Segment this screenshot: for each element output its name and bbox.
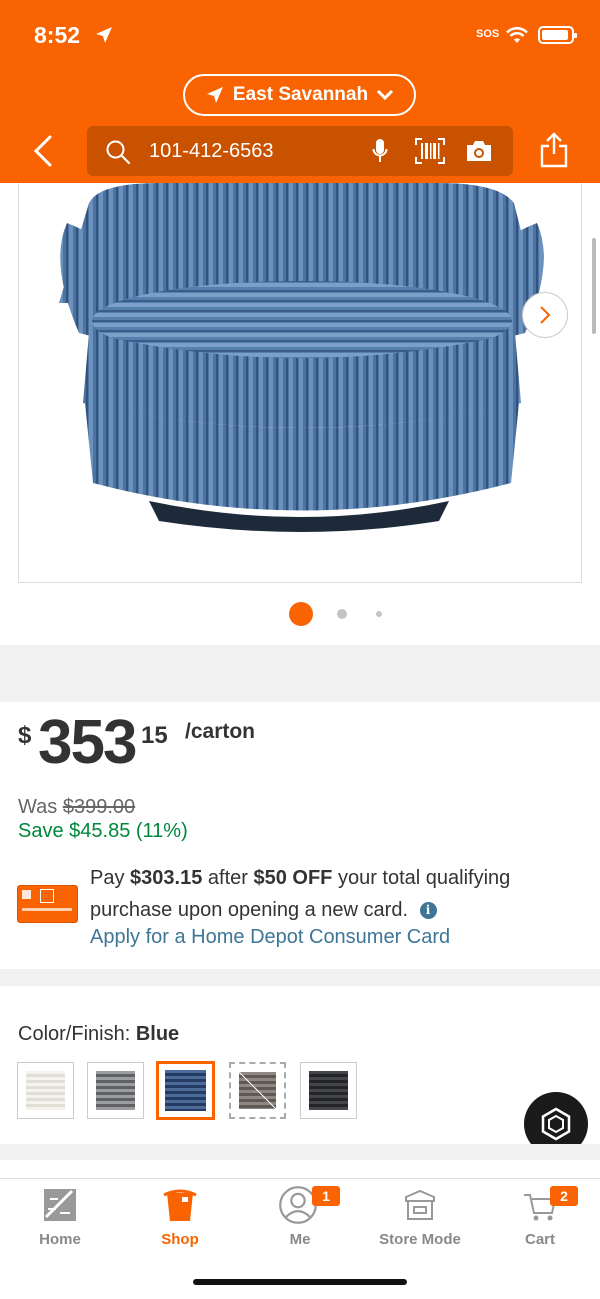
nav-store-mode[interactable]: Store Mode	[360, 1179, 480, 1259]
location-arrow-icon	[96, 27, 112, 43]
search-input[interactable]: 101-412-6563	[87, 126, 513, 176]
price-dollars: 353	[38, 708, 137, 777]
apply-card-link[interactable]: Apply for a Home Depot Consumer Card	[90, 926, 450, 949]
card-stripe	[22, 908, 72, 911]
offer-pay-amount: $303.15	[130, 867, 203, 889]
store-name: East Savannah	[232, 84, 369, 105]
store-selector[interactable]: East Savannah	[183, 74, 416, 116]
swatch-blue[interactable]	[156, 1061, 215, 1120]
section-divider	[0, 1144, 600, 1160]
color-finish-label: Color/Finish: Blue	[18, 1023, 179, 1046]
home-depot-logo-icon	[40, 889, 54, 903]
hexagon-chat-icon	[541, 1107, 571, 1141]
color-selected-value: Blue	[135, 1023, 180, 1045]
swatch-fill	[26, 1071, 65, 1110]
swatch-cream[interactable]	[17, 1062, 74, 1119]
product-image	[59, 183, 544, 532]
nav-label: Me	[289, 1231, 311, 1248]
credit-card-image	[17, 885, 78, 923]
swatch-fill	[96, 1071, 135, 1110]
swatch-gray[interactable]	[87, 1062, 144, 1119]
offer-pay-prefix: Pay	[90, 867, 125, 889]
offer-pay-after: after	[207, 867, 248, 889]
save-amount: Save $45.85 (11%)	[18, 820, 188, 842]
shopping-bucket-icon	[163, 1189, 197, 1221]
microphone-icon[interactable]	[372, 138, 388, 164]
wifi-icon	[506, 27, 528, 43]
chevron-right-icon	[540, 306, 551, 324]
cart-count-badge: 2	[550, 1186, 578, 1206]
nav-label: Home	[39, 1231, 81, 1248]
was-amount: $399.00	[62, 796, 136, 818]
was-price: Was $399.00	[18, 796, 135, 819]
section-divider	[0, 969, 600, 986]
price-cents: 15	[141, 722, 168, 749]
info-icon[interactable]: i	[419, 902, 437, 919]
nav-shop[interactable]: Shop	[120, 1179, 240, 1259]
battery-icon	[538, 26, 577, 44]
chevron-down-icon	[377, 89, 394, 101]
gallery-dot[interactable]	[337, 609, 347, 619]
price-unit: /carton	[185, 720, 256, 743]
gallery-dot[interactable]	[376, 611, 382, 617]
home-depot-logo-icon	[44, 1189, 76, 1221]
nav-label: Store Mode	[379, 1231, 461, 1248]
nav-cart[interactable]: 2 Cart	[480, 1179, 600, 1259]
card-offer-text: Pay $303.15 after $50 OFF your total qua…	[90, 862, 560, 926]
swatch-fill	[165, 1070, 206, 1111]
offer-off-amount: $50 OFF	[253, 867, 333, 889]
card-chip	[22, 890, 31, 899]
color-label-text: Color/Finish:	[18, 1023, 131, 1045]
was-label: Was	[18, 796, 58, 818]
camera-icon[interactable]	[465, 140, 493, 162]
swatch-fill	[309, 1071, 348, 1110]
barcode-scan-icon[interactable]	[415, 138, 445, 164]
swatch-taupe[interactable]	[229, 1062, 286, 1119]
status-sos: SOS	[476, 28, 500, 40]
gallery-scroll-indicator	[592, 238, 596, 334]
search-query: 101-412-6563	[149, 140, 274, 162]
location-arrow-icon	[206, 87, 223, 103]
swatch-black[interactable]	[300, 1062, 357, 1119]
search-icon	[106, 140, 131, 165]
price-currency: $	[18, 722, 32, 749]
status-time: 8:52	[34, 22, 81, 48]
nav-label: Cart	[524, 1231, 555, 1248]
product-image-card[interactable]	[18, 183, 582, 583]
home-indicator[interactable]	[193, 1279, 407, 1285]
back-button[interactable]	[30, 134, 58, 168]
gallery-next-button[interactable]	[522, 292, 568, 338]
nav-me[interactable]: 1 Me	[240, 1179, 360, 1259]
gallery-dot-active[interactable]	[289, 602, 313, 626]
nav-label: Shop	[161, 1231, 199, 1248]
nav-home[interactable]: Home	[0, 1179, 120, 1259]
notification-badge: 1	[312, 1186, 340, 1206]
app-header: 8:52 SOS East Savannah 101-412-6563	[0, 0, 600, 183]
store-icon	[405, 1189, 435, 1220]
swatch-fill	[239, 1072, 276, 1109]
section-divider	[0, 645, 600, 702]
share-button[interactable]	[540, 132, 568, 168]
